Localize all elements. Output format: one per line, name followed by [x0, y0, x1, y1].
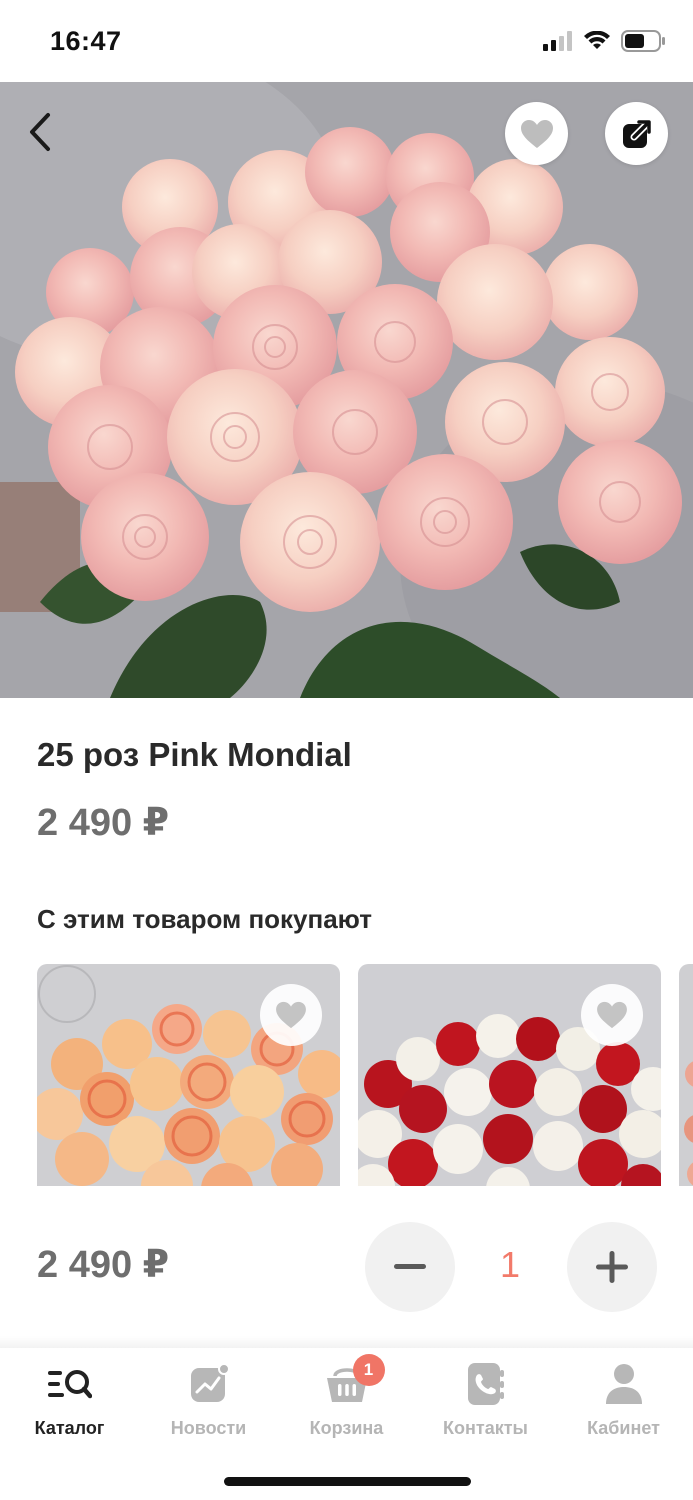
tab-contacts[interactable]: Контакты [416, 1362, 555, 1442]
tab-label-contacts: Контакты [443, 1418, 528, 1438]
cart-badge: 1 [352, 1354, 385, 1386]
heart-icon [597, 1001, 627, 1029]
related-products-carousel[interactable] [37, 964, 693, 1186]
cellular-signal-icon [543, 31, 572, 51]
tab-account[interactable]: Кабинет [554, 1362, 693, 1442]
tab-label-cart: Корзина [309, 1418, 384, 1438]
purchase-bar: 2 490 ₽ 1 [0, 1186, 693, 1346]
tab-cart[interactable]: 1 Корзина [277, 1354, 416, 1442]
favorite-button[interactable] [505, 102, 568, 165]
roses-bouquet-image [0, 82, 693, 698]
partial-bouquet-image [679, 964, 693, 1186]
home-indicator [224, 1477, 471, 1486]
back-button[interactable] [18, 108, 62, 156]
share-icon [622, 119, 651, 148]
product-image[interactable] [0, 82, 693, 698]
tab-label-catalog: Каталог [34, 1418, 105, 1438]
tab-label-account: Кабинет [587, 1418, 660, 1438]
related-section-title: С этим товаром покупают [37, 904, 372, 934]
chevron-left-icon [30, 113, 50, 151]
status-time: 16:47 [50, 26, 122, 56]
tab-label-news: Новости [170, 1418, 247, 1438]
plus-icon [596, 1251, 628, 1283]
product-title: 25 роз Pink Mondial [37, 736, 352, 773]
battery-icon [621, 30, 665, 52]
related-favorite-button[interactable] [260, 984, 322, 1046]
share-button[interactable] [605, 102, 668, 165]
related-product-card[interactable] [679, 964, 693, 1186]
heart-icon [276, 1001, 306, 1029]
status-bar: 16:47 [0, 0, 693, 82]
catalog-search-icon [47, 1370, 92, 1399]
tab-catalog[interactable]: Каталог [0, 1362, 139, 1442]
related-product-card[interactable] [358, 964, 661, 1186]
user-icon [605, 1364, 642, 1404]
related-favorite-button[interactable] [581, 984, 643, 1046]
phone-book-icon [467, 1363, 504, 1405]
total-price: 2 490 ₽ [37, 1244, 170, 1286]
increase-quantity-button[interactable] [567, 1222, 657, 1312]
product-price: 2 490 ₽ [37, 802, 170, 844]
related-product-card[interactable] [37, 964, 340, 1186]
decrease-quantity-button[interactable] [365, 1222, 455, 1312]
news-chart-icon [190, 1364, 229, 1402]
heart-icon [520, 119, 553, 148]
tab-news[interactable]: Новости [139, 1362, 278, 1442]
quantity-value: 1 [499, 1244, 521, 1285]
wifi-icon [584, 31, 610, 49]
minus-icon [394, 1264, 426, 1269]
status-icons [543, 30, 667, 52]
